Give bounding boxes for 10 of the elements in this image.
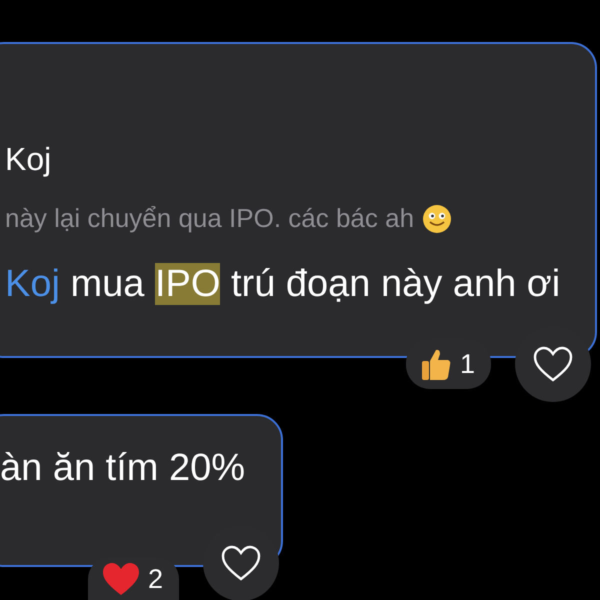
message-text: Koj mua IPO trú đoạn này anh ơi: [5, 262, 562, 308]
thumbs-up-icon: [420, 347, 452, 381]
author-name: Koj: [5, 142, 52, 178]
heart-icon: [221, 545, 261, 581]
heart-icon: [533, 346, 573, 382]
mention-link[interactable]: Koj: [5, 263, 60, 306]
smiley-icon: [422, 204, 452, 234]
quoted-text: này lại chuyển qua IPO. các bác ah: [5, 202, 414, 236]
heart-icon: [102, 562, 140, 596]
message-text: àn ăn tím 20%: [0, 446, 246, 491]
